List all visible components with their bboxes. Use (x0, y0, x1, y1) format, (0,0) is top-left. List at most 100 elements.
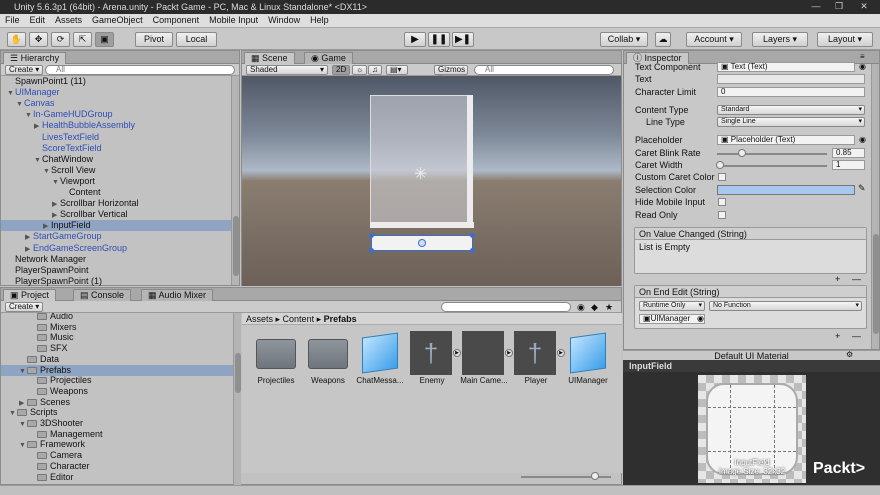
hand-tool-button[interactable]: ✋ (7, 32, 26, 47)
hierarchy-item[interactable]: ▼Scroll View (1, 165, 231, 176)
line-type-dropdown[interactable]: Single Line ▾ (717, 117, 865, 127)
project-folder-item[interactable]: ▼ Scripts (1, 407, 233, 418)
placeholder-picker-icon[interactable]: ◉ (859, 135, 866, 144)
caret-blink-slider[interactable] (717, 153, 827, 155)
project-folder-item[interactable]: Mixers (1, 322, 233, 333)
chat-window-rect[interactable] (370, 95, 472, 227)
move-tool-button[interactable]: ✥ (29, 32, 48, 47)
hierarchy-item[interactable]: ▼In-GameHUDGroup (1, 109, 231, 120)
layers-button[interactable]: Layers ▾ (752, 32, 808, 47)
project-folder-item[interactable]: ▶ Scenes (1, 397, 233, 408)
custom-caret-checkbox[interactable] (718, 173, 726, 181)
menu-gameobject[interactable]: GameObject (87, 14, 148, 25)
project-search-input[interactable] (441, 302, 571, 312)
hierarchy-scroll-thumb[interactable] (233, 216, 239, 276)
selection-color-swatch[interactable] (717, 185, 855, 195)
hierarchy-item[interactable]: SpawnPoint1 (11) (1, 76, 231, 87)
hierarchy-scrollbar[interactable] (231, 76, 239, 285)
layout-button[interactable]: Layout ▾ (817, 32, 873, 47)
hierarchy-item[interactable]: PlayerSpawnPoint (1) (1, 276, 231, 286)
tab-game[interactable]: ◉ Game (304, 52, 353, 64)
shading-dropdown[interactable]: Shaded ▾ (246, 65, 328, 75)
lighting-toggle[interactable]: ☼ (352, 65, 368, 75)
effects-dropdown[interactable]: ▤▾ (386, 65, 408, 75)
project-tree-scrollbar[interactable] (233, 313, 241, 485)
rect-pivot-handle[interactable] (418, 239, 426, 247)
char-limit-field[interactable]: 0 (717, 87, 865, 97)
local-button[interactable]: Local (176, 32, 217, 47)
play-button[interactable]: ▶ (404, 32, 426, 47)
caret-width-slider[interactable] (717, 165, 827, 167)
content-type-dropdown[interactable]: Standard ▾ (717, 105, 865, 115)
hierarchy-item[interactable]: ▶ Scrollbar Vertical (1, 209, 231, 220)
icon-size-slider[interactable] (521, 472, 611, 480)
hierarchy-item[interactable]: ▶ InputField (1, 220, 231, 232)
step-button[interactable]: ▶❚ (452, 32, 474, 47)
filter-type-icon[interactable]: ◉ (577, 302, 585, 313)
project-folder-item[interactable]: Management (1, 429, 233, 440)
hierarchy-item[interactable]: PlayerSpawnPoint (1, 265, 231, 276)
asset-item[interactable] (358, 331, 404, 381)
menu-mobile-input[interactable]: Mobile Input (204, 14, 263, 25)
hide-mobile-checkbox[interactable] (718, 198, 726, 206)
target-picker-icon[interactable]: ◉ (697, 314, 704, 323)
caret-blink-handle[interactable] (738, 149, 746, 157)
tab-console[interactable]: ▤ Console (73, 289, 132, 301)
asset-item[interactable]: ▶ (462, 331, 513, 381)
asset-item[interactable]: † ▶ (410, 331, 461, 381)
menu-edit[interactable]: Edit (25, 14, 51, 25)
expand-prefab-icon[interactable]: ▶ (505, 349, 513, 357)
project-folder-item[interactable]: ▼ Prefabs (1, 364, 233, 376)
corner-handle-tl[interactable] (369, 233, 374, 238)
favorite-icon[interactable]: ★ (605, 302, 613, 313)
text-field[interactable] (717, 74, 865, 84)
project-folder-item[interactable]: Audio (1, 313, 233, 322)
remove-listener-button[interactable]: — (852, 274, 861, 284)
hierarchy-item[interactable]: ▼ChatWindow (1, 154, 231, 165)
project-folder-item[interactable]: SFX (1, 343, 233, 354)
hierarchy-item[interactable]: ▼UIManager (1, 87, 231, 98)
breadcrumb-assets[interactable]: Assets (246, 314, 273, 324)
caret-blink-field[interactable]: 0.85 (832, 148, 865, 158)
asset-item[interactable] (254, 331, 300, 381)
menu-help[interactable]: Help (305, 14, 334, 25)
project-folder-item[interactable]: Music (1, 332, 233, 343)
hierarchy-item[interactable]: ▶ StartGameGroup (1, 231, 231, 242)
corner-handle-tr[interactable] (470, 233, 475, 238)
inspector-scroll-thumb[interactable] (873, 234, 879, 334)
add-end-edit-listener-button[interactable]: + (835, 331, 840, 341)
project-folder-item[interactable]: Editor (1, 472, 233, 483)
cloud-icon[interactable]: ☁ (655, 32, 671, 47)
breadcrumb-prefabs[interactable]: Prefabs (324, 314, 357, 324)
project-folder-item[interactable]: Data (1, 354, 233, 365)
project-folder-item[interactable]: Character (1, 461, 233, 472)
2d-toggle[interactable]: 2D (332, 65, 351, 75)
rotate-tool-button[interactable]: ⟳ (51, 32, 70, 47)
hierarchy-item[interactable]: ScoreTextField (1, 143, 231, 154)
project-folder-item[interactable]: Projectiles (1, 375, 233, 386)
input-field-rect[interactable] (369, 233, 475, 253)
hierarchy-item[interactable]: ▼Canvas (1, 98, 231, 109)
hierarchy-item[interactable]: LivesTextField (1, 132, 231, 143)
menu-component[interactable]: Component (148, 14, 205, 25)
menu-window[interactable]: Window (263, 14, 305, 25)
tab-hierarchy[interactable]: ☰ Hierarchy (3, 52, 67, 64)
corner-handle-br[interactable] (470, 248, 475, 253)
hierarchy-search-input[interactable]: All (45, 65, 235, 75)
expand-prefab-icon[interactable]: ▶ (453, 349, 461, 357)
placeholder-field[interactable]: ▣ Placeholder (Text) (717, 135, 855, 145)
hierarchy-item[interactable]: ▶ EndGameScreenGroup (1, 243, 231, 254)
gizmos-dropdown[interactable]: Gizmos ▾ (434, 65, 468, 82)
hierarchy-create-button[interactable]: Create ▾ (5, 65, 44, 75)
target-object-field[interactable]: ▣UIManager (639, 314, 705, 324)
hierarchy-item[interactable]: ▶ HealthBubbleAssembly (1, 120, 231, 131)
hierarchy-item[interactable]: ▼Viewport (1, 176, 231, 187)
filter-label-icon[interactable]: ◆ (591, 302, 598, 313)
add-listener-button[interactable]: + (835, 274, 840, 284)
menu-file[interactable]: File (0, 14, 25, 25)
maximize-button[interactable]: ❐ (828, 1, 850, 13)
tab-project[interactable]: ▣ Project (3, 289, 57, 301)
text-component-field[interactable]: ▣ Text (Text) (717, 62, 855, 72)
audio-toggle[interactable]: ♫ (368, 65, 382, 75)
tab-scene[interactable]: ▦ Scene (244, 52, 295, 64)
